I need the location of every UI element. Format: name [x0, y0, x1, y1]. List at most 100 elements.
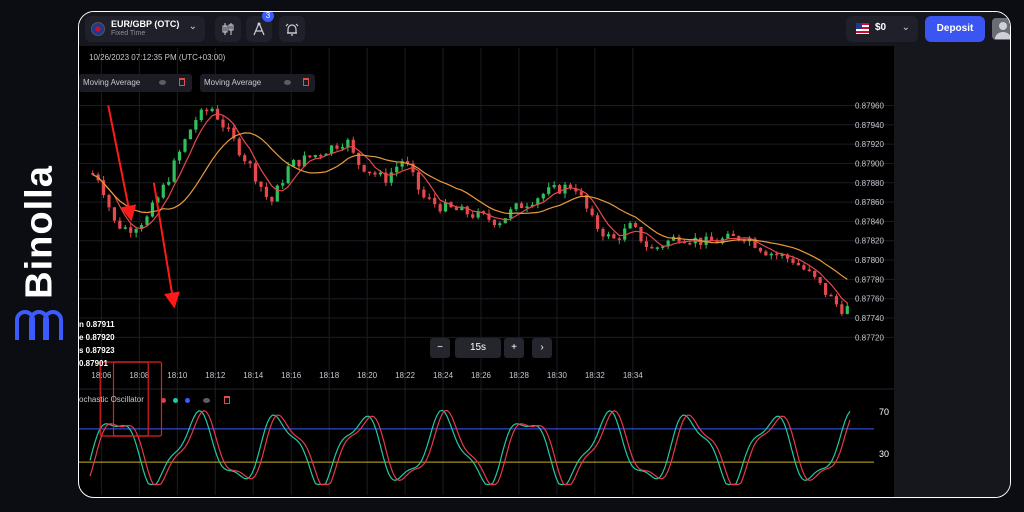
candle [628, 223, 632, 229]
ohlc-open: n 0.87911 [79, 320, 115, 329]
candle [731, 233, 735, 236]
level-high-label: 70 [879, 407, 890, 417]
candle [514, 203, 518, 210]
candle [688, 242, 692, 245]
candle [210, 108, 214, 112]
eye-icon[interactable] [284, 80, 291, 85]
x-tick-label: 18:16 [281, 371, 302, 380]
candle [291, 159, 296, 167]
candle [427, 197, 431, 199]
candle [433, 197, 437, 205]
candle [796, 262, 801, 266]
ohlc-close: 0.87901 [79, 359, 108, 368]
candle [547, 187, 551, 194]
candle [259, 181, 263, 187]
candle [498, 223, 502, 226]
x-tick-label: 18:30 [547, 371, 568, 380]
candle [161, 184, 165, 198]
candle [118, 220, 122, 229]
candle [829, 294, 833, 297]
trading-window: EUR/GBP (OTC) Fixed Time ⌄ 3 $0 ⌄ Deposi… [78, 11, 1011, 498]
candle [253, 163, 258, 182]
candle [579, 191, 583, 196]
moving-average-fast-line [92, 113, 848, 304]
y-tick-label: 0.87720 [855, 333, 884, 342]
candle [834, 296, 839, 305]
candle [286, 166, 290, 184]
ohlc-low: s 0.87923 [79, 346, 115, 355]
moving-average-slow-line [92, 132, 848, 280]
x-tick-label: 18:06 [91, 371, 112, 380]
candle [362, 164, 366, 172]
y-tick-label: 0.87880 [855, 179, 884, 188]
candle [264, 186, 269, 197]
eye-icon[interactable] [159, 80, 166, 85]
x-tick-label: 18:18 [319, 371, 340, 380]
candle [188, 129, 193, 140]
candle [308, 155, 312, 158]
x-tick-label: 18:22 [395, 371, 416, 380]
trash-icon[interactable] [179, 78, 185, 86]
candle [319, 155, 323, 157]
stochastic-k-line [89, 409, 851, 486]
eye-icon[interactable] [203, 398, 210, 403]
candle [595, 215, 600, 229]
candle [378, 172, 383, 175]
trash-icon[interactable] [224, 396, 230, 404]
series-color-dot[interactable] [173, 398, 178, 403]
trash-icon[interactable] [303, 78, 309, 86]
candle [416, 172, 421, 190]
candle [644, 241, 649, 247]
y-tick-label: 0.87960 [855, 101, 884, 110]
candle [601, 228, 605, 237]
candle [840, 304, 844, 314]
y-tick-label: 0.87900 [855, 159, 884, 168]
candle [726, 233, 730, 239]
candle [606, 234, 611, 237]
stochastic-label: ochastic Oscillator [79, 395, 144, 404]
candle [367, 171, 372, 174]
candle [145, 216, 149, 226]
candle [243, 155, 247, 162]
x-tick-label: 18:28 [509, 371, 530, 380]
timeframe-decrease-button[interactable]: − [430, 338, 450, 358]
series-color-dot[interactable] [161, 398, 166, 403]
candle [205, 109, 209, 112]
candle [395, 166, 399, 173]
logo-mark-icon [15, 310, 63, 340]
indicator-chip-ma-1[interactable]: Moving Average [79, 74, 192, 92]
candle [129, 227, 133, 233]
candle [769, 253, 773, 256]
chart-datetime: 10/26/2023 07:12:35 PM (UTC+03:00) [89, 53, 226, 62]
y-tick-label: 0.87800 [855, 256, 884, 265]
x-tick-label: 18:26 [471, 371, 492, 380]
candle [270, 196, 274, 202]
y-tick-label: 0.87840 [855, 217, 884, 226]
series-color-dot[interactable] [185, 398, 190, 403]
x-tick-label: 18:10 [167, 371, 188, 380]
y-tick-label: 0.87940 [855, 121, 884, 130]
candle [650, 246, 654, 249]
candle [612, 234, 616, 239]
candle [617, 238, 621, 240]
timeframe-increase-button[interactable]: + [504, 338, 524, 358]
candle [172, 160, 176, 182]
candle [422, 189, 426, 198]
timeframe-value[interactable]: 15s [455, 338, 501, 358]
candle [340, 147, 345, 149]
candle [623, 228, 627, 240]
y-tick-label: 0.87860 [855, 198, 884, 207]
chart-next-button[interactable]: › [532, 338, 552, 358]
candle [764, 251, 768, 256]
candle [438, 204, 442, 212]
indicator-chip-ma-2[interactable]: Moving Average [200, 74, 315, 92]
candle [552, 185, 556, 188]
candle [845, 306, 849, 314]
candle [503, 218, 507, 224]
level-low-label: 30 [879, 449, 890, 459]
x-tick-label: 18:12 [205, 371, 226, 380]
candle [519, 203, 524, 209]
candle [134, 228, 138, 233]
x-tick-label: 18:34 [623, 371, 644, 380]
candle [335, 145, 339, 149]
